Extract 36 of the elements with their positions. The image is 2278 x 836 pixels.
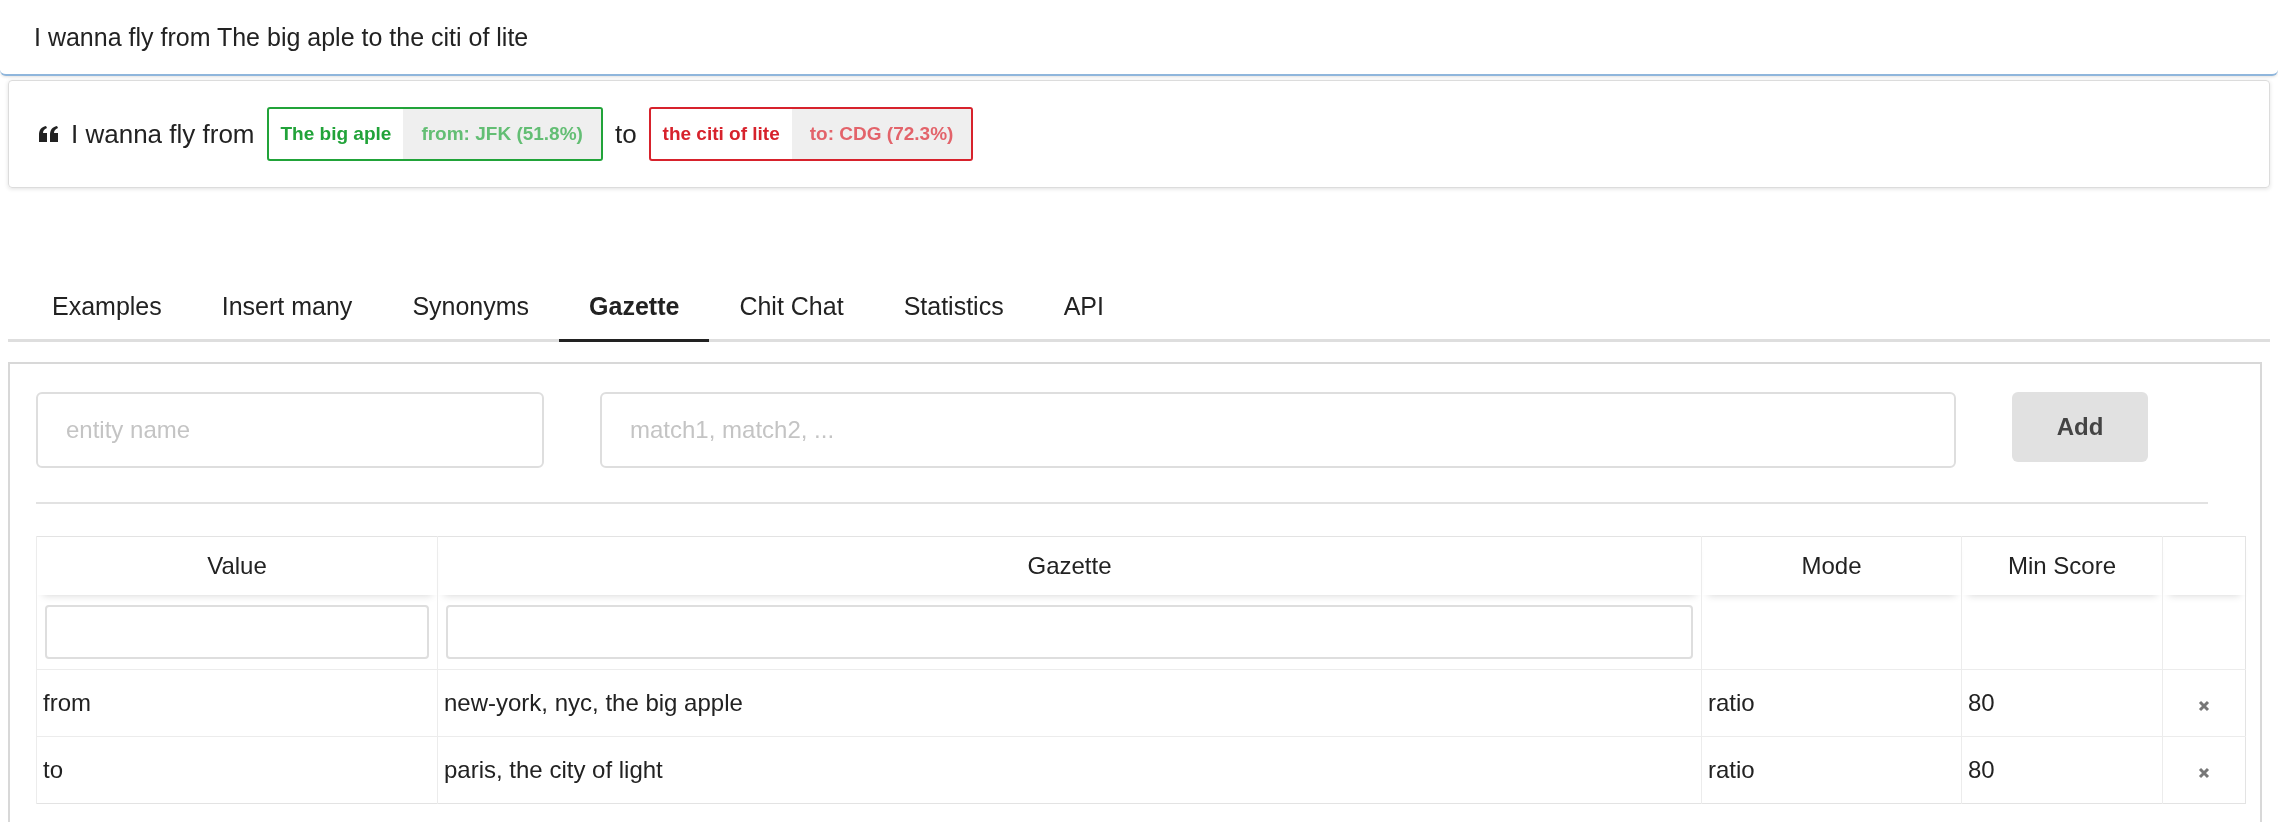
table-cell: 80 [1961, 669, 2163, 737]
tab[interactable]: Gazette [559, 276, 710, 342]
column-header: Value [36, 536, 438, 595]
query-input[interactable]: I wanna fly from The big aple to the citi of lite [0, 0, 2278, 76]
tab[interactable]: Chit Chat [709, 276, 874, 342]
column-header: Mode [1701, 536, 1962, 595]
cross-icon [2197, 766, 2211, 780]
entity-text: The big aple [279, 122, 393, 146]
entity-name-field[interactable]: entity name [36, 392, 544, 468]
filter-field[interactable] [45, 605, 429, 659]
tab[interactable]: Statistics [873, 276, 1034, 342]
table-cell: 80 [1961, 736, 2163, 804]
tab[interactable]: Examples [22, 276, 192, 342]
quote-icon [39, 126, 59, 142]
entity-label: to: CDG (72.3%) [791, 109, 972, 159]
matches-field[interactable]: match1, match2, ... [600, 392, 1956, 468]
column-header: Gazette [437, 536, 1702, 595]
table-cell: ratio [1701, 736, 1962, 804]
tab[interactable]: Synonyms [382, 276, 560, 342]
table-cell: new-york, nyc, the big apple [437, 669, 1702, 737]
entity-text: the citi of lite [661, 122, 781, 146]
table-cell: from [36, 669, 438, 737]
delete-button[interactable] [2197, 766, 2211, 780]
filter-field[interactable] [446, 605, 1693, 659]
table-cell: ratio [1701, 669, 1962, 737]
entity-label: from: JFK (51.8%) [403, 109, 601, 159]
table-cell: paris, the city of light [437, 736, 1702, 804]
table-cell: to [36, 736, 438, 804]
add-button[interactable]: Add [2012, 392, 2148, 462]
delete-button[interactable] [2197, 699, 2211, 713]
sentence-text: to [614, 118, 637, 150]
sentence-text: I wanna fly from [71, 118, 255, 150]
tab[interactable]: API [1033, 276, 1134, 342]
cross-icon [2197, 699, 2211, 713]
column-header: Min Score [1961, 536, 2163, 595]
tab[interactable]: Insert many [191, 276, 383, 342]
